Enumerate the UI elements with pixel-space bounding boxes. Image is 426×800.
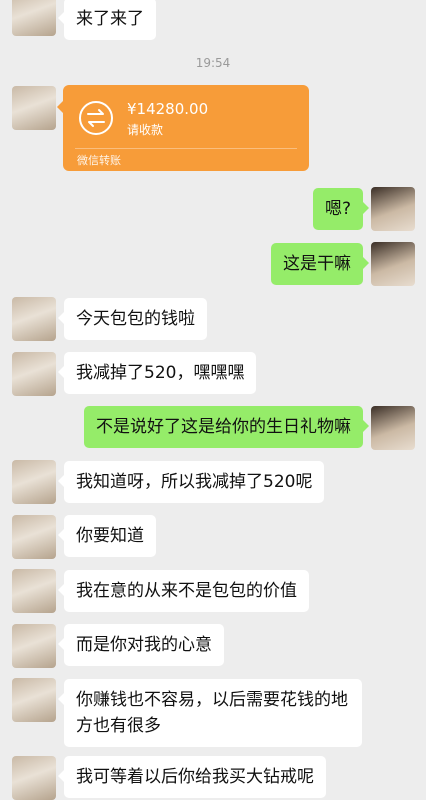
contact-avatar[interactable]	[12, 569, 56, 613]
message-text: 我可等着以后你给我买大钻戒呢	[76, 767, 314, 787]
message-text: 来了来了	[76, 9, 144, 29]
message-bubble[interactable]: 来了来了	[58, 0, 156, 40]
message-bubble[interactable]: 我减掉了520，嘿嘿嘿	[57, 352, 257, 394]
contact-avatar[interactable]	[12, 678, 56, 722]
contact-avatar[interactable]	[12, 624, 56, 668]
message-text: 这是干嘛	[283, 254, 351, 274]
wechat-transfer-card[interactable]: ¥14280.00 请收款 微信转账	[57, 85, 309, 171]
message-bubble[interactable]: 不是说好了这是给你的生日礼物嘛	[84, 406, 369, 448]
message-text: 我减掉了520，嘿嘿嘿	[76, 363, 245, 383]
transfer-arrows-icon	[79, 101, 113, 135]
message-text: 你要知道	[76, 526, 144, 546]
message-bubble[interactable]: 你赚钱也不容易，以后需要花钱的地方也有很多	[58, 679, 362, 747]
message-bubble[interactable]: 今天包包的钱啦	[58, 298, 207, 340]
contact-avatar[interactable]	[12, 515, 56, 559]
contact-avatar[interactable]	[12, 460, 56, 504]
transfer-footer: 微信转账	[77, 154, 121, 167]
message-bubble[interactable]: 我在意的从来不是包包的价值	[58, 570, 309, 612]
transfer-status: 请收款	[127, 123, 164, 137]
message-bubble[interactable]: 我知道呀，所以我减掉了520呢	[57, 461, 325, 503]
message-text: 我在意的从来不是包包的价值	[76, 581, 297, 601]
contact-avatar[interactable]	[12, 352, 56, 396]
contact-avatar[interactable]	[12, 86, 56, 130]
self-avatar[interactable]	[371, 187, 415, 231]
message-text: 你赚钱也不容易，以后需要花钱的地方也有很多	[76, 690, 348, 736]
message-bubble[interactable]: 嗯?	[312, 188, 370, 230]
self-avatar[interactable]	[371, 242, 415, 286]
message-bubble[interactable]: 我可等着以后你给我买大钻戒呢	[58, 756, 326, 798]
message-bubble[interactable]: 你要知道	[58, 515, 156, 557]
message-text: 而是你对我的心意	[76, 635, 212, 655]
contact-avatar[interactable]	[12, 297, 56, 341]
message-text: 今天包包的钱啦	[76, 309, 195, 329]
message-bubble[interactable]: 这是干嘛	[271, 243, 369, 285]
contact-avatar[interactable]	[12, 756, 56, 800]
transfer-amount: ¥14280.00	[127, 100, 209, 118]
message-text: 不是说好了这是给你的生日礼物嘛	[96, 417, 351, 437]
message-bubble[interactable]: 而是你对我的心意	[58, 624, 224, 666]
message-text: 嗯?	[324, 199, 351, 219]
contact-avatar[interactable]	[12, 0, 56, 36]
self-avatar[interactable]	[371, 406, 415, 450]
transfer-divider	[75, 148, 297, 149]
message-text: 我知道呀，所以我减掉了520呢	[76, 472, 313, 492]
message-timestamp: 19:54	[195, 56, 231, 70]
